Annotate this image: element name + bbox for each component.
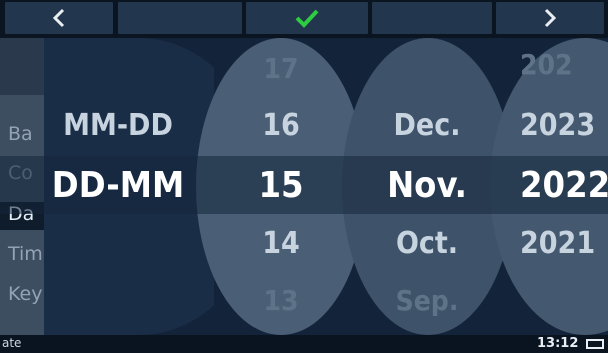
menu-item[interactable]: Ba: [8, 123, 33, 145]
day-option-below[interactable]: 14: [206, 226, 356, 261]
chevron-left-icon: [52, 8, 66, 28]
forward-button[interactable]: [496, 2, 604, 34]
year-option-above[interactable]: 2023: [520, 108, 608, 143]
day-option-above[interactable]: 16: [206, 108, 356, 143]
top-toolbar: [0, 0, 608, 38]
status-bar: ate 13:12: [0, 335, 608, 353]
year-option-below[interactable]: 2021: [520, 226, 608, 261]
menu-item[interactable]: Key: [8, 283, 42, 305]
day-option-far-below[interactable]: 13: [206, 284, 356, 317]
menu-item[interactable]: Tim: [8, 243, 43, 265]
format-option-above[interactable]: MM-DD: [44, 108, 192, 143]
month-option-selected[interactable]: Nov.: [352, 165, 502, 206]
date-picker-screen: Ba Co Da Tim Key MM-DD DD-MM 17 16 15 14…: [0, 0, 608, 353]
year-option-far-above[interactable]: 202: [520, 48, 608, 81]
chevron-right-icon: [543, 8, 557, 28]
status-clock: 13:12: [537, 336, 579, 351]
month-option-far-below[interactable]: Sep.: [352, 284, 502, 317]
toolbar-empty-slot-1: [118, 2, 242, 34]
month-option-below[interactable]: Oct.: [352, 226, 502, 261]
toolbar-empty-slot-2: [372, 2, 492, 34]
format-option-selected[interactable]: DD-MM: [44, 165, 192, 206]
month-option-above[interactable]: Dec.: [352, 108, 502, 143]
day-option-far-above[interactable]: 17: [206, 52, 356, 85]
year-option-selected[interactable]: 2022: [520, 165, 608, 206]
back-button[interactable]: [5, 2, 113, 34]
confirm-button[interactable]: [246, 2, 368, 34]
day-option-selected[interactable]: 15: [206, 165, 356, 206]
status-left-text: ate: [2, 336, 22, 350]
battery-icon: [586, 339, 604, 349]
checkmark-icon: [295, 8, 319, 28]
